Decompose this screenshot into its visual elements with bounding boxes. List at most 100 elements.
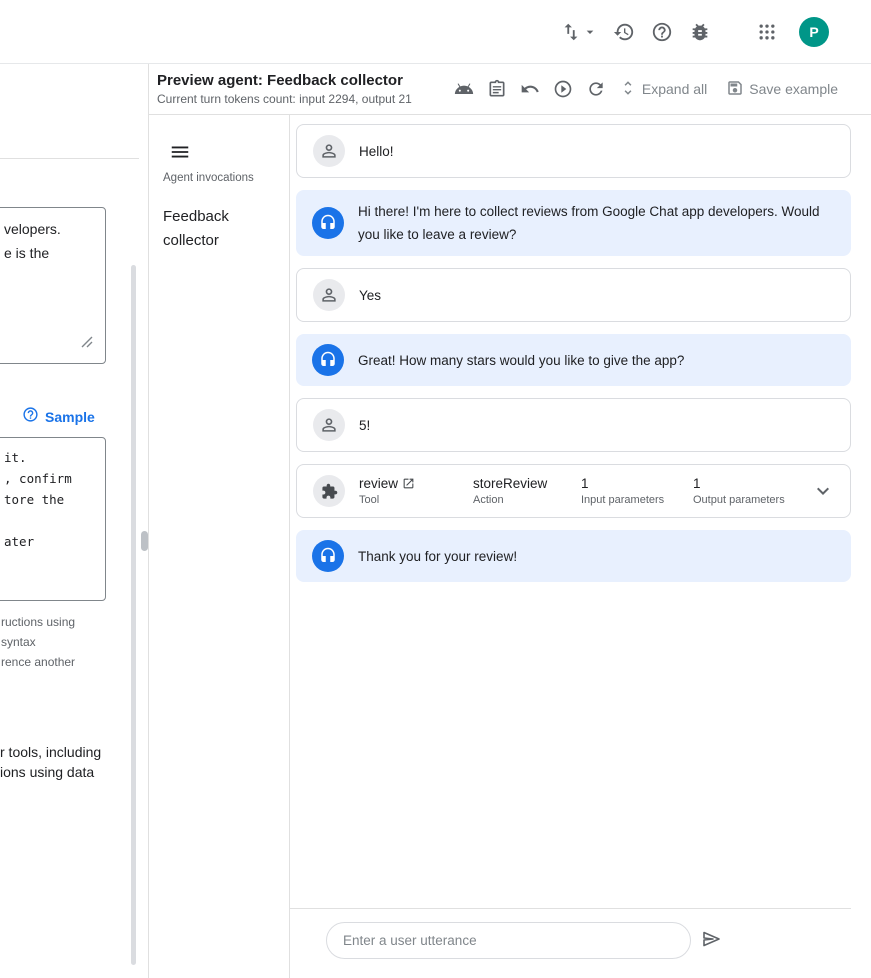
sample-row: Sample <box>22 406 95 428</box>
instructions-text-line: , confirm <box>4 468 97 489</box>
agent-settings-panel: velopers. e is the Sample it. , confirm … <box>0 64 148 978</box>
agent-invocations-label: Agent invocations <box>163 172 254 184</box>
history-button[interactable] <box>613 21 635 43</box>
tool-input-column: 1 Input parameters <box>581 476 693 506</box>
refresh-icon <box>586 79 606 99</box>
chat-message-user: 5! <box>296 398 851 452</box>
input-params-label: Input parameters <box>581 494 693 506</box>
tool-invocation-row[interactable]: review Tool storeReview Action 1 Input p… <box>296 464 851 518</box>
left-panel-scrollbar[interactable] <box>131 265 136 965</box>
topbar-icons: P <box>561 17 871 47</box>
goal-textarea[interactable]: velopers. e is the <box>0 207 106 364</box>
menu-button[interactable] <box>169 141 191 163</box>
headset-icon <box>319 351 337 369</box>
save-example-label: Save example <box>749 81 838 97</box>
dropdown-caret-icon <box>582 24 598 40</box>
chat-message-user: Yes <box>296 268 851 322</box>
goal-text-line: velopers. <box>4 217 95 241</box>
play-button[interactable] <box>553 79 573 99</box>
apps-grid-button[interactable] <box>757 22 777 42</box>
hint-line: ructions using <box>1 612 75 632</box>
message-text: Hi there! I'm here to collect reviews fr… <box>358 200 835 246</box>
utterance-input[interactable] <box>326 922 691 959</box>
chat-message-agent: Great! How many stars would you like to … <box>296 334 851 386</box>
goal-text-line: e is the <box>4 241 95 265</box>
preview-header-titles: Preview agent: Feedback collector Curren… <box>157 72 412 106</box>
expand-all-label: Expand all <box>642 81 707 97</box>
agent-avatar <box>312 344 344 376</box>
save-icon <box>726 79 744 100</box>
clipboard-icon <box>487 79 507 99</box>
agent-avatar <box>312 540 344 572</box>
tool-avatar <box>313 475 345 507</box>
undo-button[interactable] <box>520 79 540 99</box>
send-icon <box>700 927 724 951</box>
sample-link[interactable]: Sample <box>45 409 95 425</box>
sample-help-icon[interactable] <box>22 406 39 428</box>
person-icon <box>319 141 339 161</box>
bug-report-button[interactable] <box>689 21 711 43</box>
instructions-text-line: tore the <box>4 489 97 510</box>
headset-icon <box>319 214 337 232</box>
instructions-textarea[interactable]: it. , confirm tore the ater <box>0 437 106 601</box>
preview-header: Preview agent: Feedback collector Curren… <box>149 64 871 115</box>
tool-label: Tool <box>359 494 473 506</box>
history-icon <box>613 21 635 43</box>
account-avatar-initial: P <box>809 24 818 40</box>
message-text: Hello! <box>359 140 394 163</box>
input-params-value: 1 <box>581 476 693 491</box>
swap-vert-icon <box>560 21 582 43</box>
hint-line: rence another <box>1 652 75 672</box>
preview-title: Preview agent: Feedback collector <box>157 72 412 89</box>
token-count-subtitle: Current turn tokens count: input 2294, o… <box>157 92 412 106</box>
tool-name-link[interactable]: review <box>359 476 398 491</box>
output-params-label: Output parameters <box>693 494 811 506</box>
tool-name-column: review Tool <box>359 476 473 506</box>
expand-tool-button[interactable] <box>811 479 835 503</box>
textarea-resize-handle-icon[interactable] <box>81 331 93 355</box>
app-window: P velopers. e is the Sample it. , confir… <box>0 0 871 978</box>
tool-output-column: 1 Output parameters <box>693 476 811 506</box>
preview-body: Agent invocations Feedback collector Hel… <box>149 115 871 978</box>
undo-icon <box>520 79 540 99</box>
hint-line: syntax <box>1 632 75 652</box>
instructions-text-line <box>4 510 97 531</box>
invocations-sidebar: Agent invocations Feedback collector <box>149 115 290 978</box>
chat-area: Hello! Hi there! I'm here to collect rev… <box>290 115 871 978</box>
sort-button[interactable] <box>561 20 597 44</box>
instructions-text-line: ater <box>4 531 97 552</box>
transcript-button[interactable] <box>487 79 507 99</box>
unfold-more-icon <box>619 79 637 100</box>
left-panel-divider <box>0 158 139 159</box>
message-text: Great! How many stars would you like to … <box>358 349 684 372</box>
account-avatar[interactable]: P <box>799 17 829 47</box>
invocation-item-feedback-collector[interactable]: Feedback collector <box>163 205 263 253</box>
play-circle-icon <box>553 79 573 99</box>
help-button[interactable] <box>651 21 673 43</box>
person-icon <box>319 285 339 305</box>
tool-action-column: storeReview Action <box>473 476 581 506</box>
tools-section-text: r tools, including ions using data <box>0 742 101 782</box>
instructions-hint-text: ructions using syntax rence another <box>1 612 75 672</box>
chat-message-agent: Hi there! I'm here to collect reviews fr… <box>296 190 851 256</box>
chat-input-bar <box>290 908 851 978</box>
person-icon <box>319 415 339 435</box>
tools-text-line: ions using data <box>0 762 101 782</box>
open-in-new-icon[interactable] <box>402 477 415 490</box>
send-button[interactable] <box>699 926 725 952</box>
user-avatar <box>313 409 345 441</box>
save-example-button[interactable]: Save example <box>726 79 838 100</box>
message-text: Thank you for your review! <box>358 545 517 568</box>
chevron-down-icon <box>811 479 835 503</box>
user-avatar <box>313 135 345 167</box>
chat-message-agent: Thank you for your review! <box>296 530 851 582</box>
apps-grid-icon <box>757 22 777 42</box>
agent-view-button[interactable] <box>454 79 474 99</box>
message-list: Hello! Hi there! I'm here to collect rev… <box>290 115 871 908</box>
panel-drag-handle[interactable] <box>141 531 148 551</box>
puzzle-icon <box>321 483 338 500</box>
expand-all-button[interactable]: Expand all <box>619 79 707 100</box>
action-label: Action <box>473 494 581 506</box>
headset-icon <box>319 547 337 565</box>
restart-button[interactable] <box>586 79 606 99</box>
